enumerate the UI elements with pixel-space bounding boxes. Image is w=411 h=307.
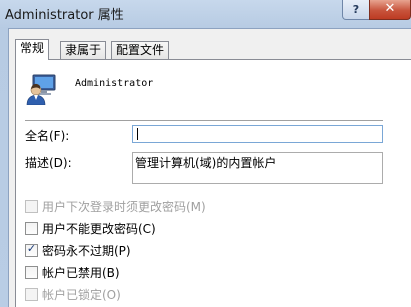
must-change-password-checkbox[interactable] [25,200,38,213]
checkbox-label: 帐户已锁定(O) [42,288,121,302]
checkbox-label: 用户下次登录时须更改密码(M) [42,200,206,214]
help-button[interactable]: ? [342,0,370,20]
dialog-body: 常规 隶属于 配置文件 Administrator 全名(F): 描述(D): … [8,28,411,307]
password-never-expires-option[interactable]: ✓ 密码永不过期(P) [25,242,131,258]
window-title: Administrator 属性 [5,8,124,23]
description-value: 管理计算机(域)的内置帐户 [135,156,277,170]
account-disabled-option[interactable]: 帐户已禁用(B) [25,264,120,280]
checkbox-label: 用户不能更改密码(C) [42,222,156,236]
account-disabled-checkbox[interactable] [25,266,38,279]
separator [25,120,383,122]
close-button[interactable]: ✕ [369,0,411,20]
fullname-label: 全名(F): [25,129,70,143]
cannot-change-password-option[interactable]: 用户不能更改密码(C) [25,220,156,236]
tab-general[interactable]: 常规 [15,39,50,60]
checkbox-label: 密码永不过期(P) [42,244,131,258]
checkbox-label: 帐户已禁用(B) [42,266,120,280]
fullname-field[interactable] [132,125,383,143]
general-panel: Administrator 全名(F): 描述(D): 管理计算机(域)的内置帐… [15,59,411,307]
checkmark-icon: ✓ [26,242,37,255]
properties-dialog: Administrator 属性 ? ✕ 常规 隶属于 配置文件 Adminis… [0,0,411,307]
account-locked-option[interactable]: 帐户已锁定(O) [25,286,121,302]
password-never-expires-checkbox[interactable]: ✓ [25,242,38,257]
description-field[interactable]: 管理计算机(域)的内置帐户 [132,152,383,184]
tab-profile[interactable]: 配置文件 [111,41,170,59]
user-account-icon [26,73,58,106]
tab-member-of[interactable]: 隶属于 [60,41,107,59]
account-locked-checkbox[interactable] [25,288,38,301]
must-change-password-option[interactable]: 用户下次登录时须更改密码(M) [25,198,206,214]
account-name: Administrator [75,78,154,89]
description-label: 描述(D): [25,156,72,170]
text-caret [137,128,138,140]
cannot-change-password-checkbox[interactable] [25,222,38,235]
